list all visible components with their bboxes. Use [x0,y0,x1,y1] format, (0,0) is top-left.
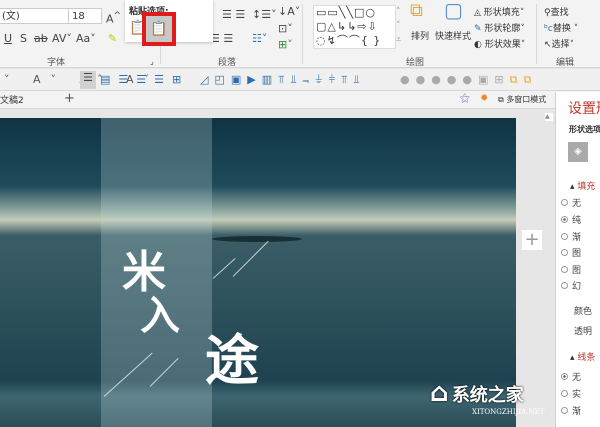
tab-bar: 文稿2 + ⚝ ✹ ⧉ 多窗口模式 [0,91,600,109]
align-text-icon[interactable]: ⊡˅ [278,22,293,36]
drawing-group-label: 绘图 [406,58,425,68]
fill-option-label: 渐 [572,233,582,243]
shape-effects-button[interactable]: ◐ 形状效果˅ [474,37,525,50]
search-icon: ⚲ [544,8,551,18]
fill-option-label: 幻 [572,282,582,292]
fill-option-label: 无 [572,199,582,209]
quick-styles-button[interactable]: 快速样式 [435,29,471,42]
shape-outline-button[interactable]: ✎ 形状轮廓˅ [474,21,525,34]
shadow-icon[interactable]: S [20,32,27,46]
increase-font-icon[interactable]: A^ [106,9,121,27]
tab-document[interactable]: 文稿2 [0,93,60,106]
fill-radio[interactable] [561,266,568,273]
line-radio[interactable] [561,407,568,414]
ribbon: (文) 18 A^ U S ab AV˅ Aa˅ ✎ 字体 ⌟ ☰ ☰ ↕☰˅ … [0,0,600,68]
underline-icon[interactable]: U [4,32,12,46]
layout-icons[interactable]: ▤☰☰☰⊞ [100,73,189,87]
arrange-button[interactable]: 排列 [411,29,429,42]
font-size-field[interactable]: 18 [68,8,102,24]
quick-toolbar: ˅ A˅ Aˆ Aˇ ☰ ▤☰☰☰⊞ ◿◰▣▶▥⫪⫫⫬⏚⫩⫪⫫ ●●●●●▣⊞⧉… [0,69,600,91]
shape-fill-button[interactable]: ◬ 形状填充˅ [474,5,524,18]
smartart-icon[interactable]: ⊞˅ [278,38,293,52]
find-button[interactable]: ⚲查找 [544,5,569,18]
add-slide-button[interactable]: + [522,230,542,250]
effects-icon: ◐ [474,40,485,50]
highlight-icon[interactable]: ✎ [108,32,117,46]
fill-radio[interactable] [561,282,568,289]
line-section[interactable]: ▴ 线条 [570,350,595,363]
highlight-box: 📋 [142,12,176,46]
quick-styles-icon: ▢ [444,0,463,22]
align-justify-icon[interactable]: ☰ ☰ [210,32,233,46]
fill-option-label: 纯 [572,216,582,226]
fill-option-label: 图 [572,249,582,259]
fill-radio[interactable] [561,216,568,223]
fill-radio[interactable] [561,233,568,240]
font-group-label: 字体 [47,58,66,68]
char-spacing-icon[interactable]: AV˅ [52,32,72,46]
multi-window-button[interactable]: ⧉ 多窗口模式 [498,94,546,105]
fill-radio[interactable] [561,249,568,256]
replace-button[interactable]: ᵇc替换 ˅ [544,21,578,34]
editing-group-label: 编辑 [556,58,575,68]
scroll-up-icon[interactable]: ▲ [545,113,553,121]
text-direction-icon[interactable]: ↓A˅ [278,5,300,19]
add-tab-button[interactable]: + [64,91,75,106]
transparency-label: 透明 [574,327,593,337]
fill-section[interactable]: ▴ 填充 [570,179,595,192]
shapes-gallery[interactable]: ▭▭╲╲□○ ▢△↳↳⇨⇩ ◌↯⌒⌒{ } [313,5,396,49]
paragraph-group-label: 段落 [218,58,237,68]
fill-option-label: 图 [572,266,582,276]
line-option-label: 渐 [572,407,582,417]
pen-icon: ✎ [474,24,485,34]
cursor-icon: ↖ [544,40,552,50]
line-option-label: 无 [572,373,582,383]
fill-line-icon[interactable]: ◈ [568,142,588,162]
replace-icon: ᵇc [544,24,553,34]
shape-icons[interactable]: ◿◰▣▶▥⫪⫫⫬⏚⫩⫪⫫ [200,73,365,87]
watermark-logo-icon: ⌂ [430,378,449,408]
strikethrough-icon[interactable]: ab [34,32,48,46]
watermark: ⌂ 系统之家 XITONGZHIJIA.NET [430,378,544,416]
line-spacing-icon[interactable]: ↕☰˅ [252,8,277,22]
select-button[interactable]: ↖选择˅ [544,37,574,50]
fill-radio[interactable] [561,199,568,206]
settings-gear-icon[interactable]: ✹ [480,93,488,104]
watermark-text: 系统之家 [451,385,524,406]
format-shape-panel: 设置形 形状选项 ◈ ▴ 填充 无 纯 渐 图 图 幻 颜色 透明 ▴ 线条 无… [555,92,600,427]
dark-cloud [212,236,302,242]
title-char-2[interactable]: 入 [140,283,180,341]
dialog-launcher-icon[interactable]: ⌟ [150,55,154,69]
addin-icon[interactable]: ⚝ [460,93,470,104]
shape-options-tab[interactable]: 形状选项 [569,124,600,135]
paste-as-picture-icon[interactable]: 📋 [146,16,172,42]
align-center-icon[interactable]: ☰ [80,71,96,89]
columns-icon[interactable]: ☷˅ [252,32,267,46]
watermark-url: XITONGZHIJIA.NET [472,408,545,416]
line-option-label: 实 [572,390,582,400]
indent-icon[interactable]: ☰ ☰ [222,8,245,22]
line-radio[interactable] [561,373,568,380]
paint-bucket-icon: ◬ [474,8,484,18]
line-radio[interactable] [561,390,568,397]
arrange-icon: ⧉ [410,0,423,21]
gallery-more-icon[interactable]: ˄ ˅ ⩡ [396,5,401,47]
decor-line [232,240,269,277]
panel-title: 设置形 [568,101,600,117]
title-char-3[interactable]: 途 [205,316,259,395]
color-label: 颜色 [574,307,593,317]
change-case-icon[interactable]: Aa˅ [76,32,96,46]
merge-shape-icons[interactable]: ●●●●●▣⊞⧉⧉ [400,73,537,87]
